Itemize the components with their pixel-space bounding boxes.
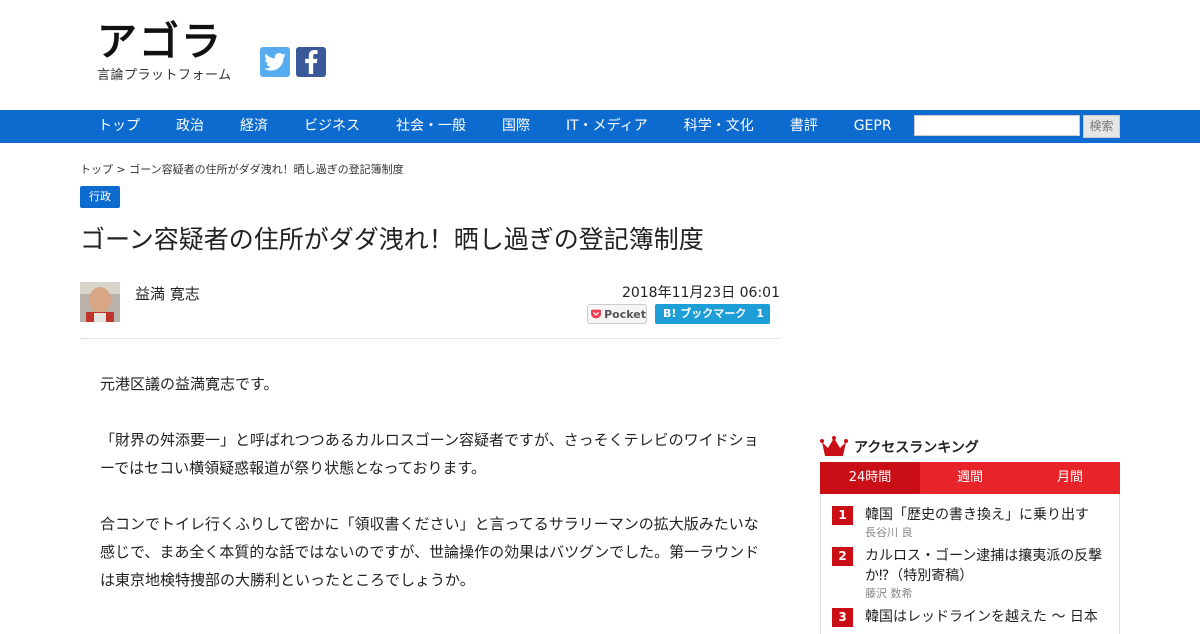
facebook-icon[interactable]: [296, 47, 326, 77]
rank-author: 藤沢 数希: [865, 587, 913, 600]
header-divider: [80, 338, 780, 339]
nav-item-politics[interactable]: 政治: [158, 110, 222, 143]
pocket-label: Pocket: [604, 307, 646, 321]
social-links: [260, 47, 326, 77]
site-logo[interactable]: アゴラ 言論プラットフォーム: [97, 18, 247, 83]
nav-item-gepr[interactable]: GEPR: [836, 110, 910, 143]
pocket-icon: [591, 309, 602, 319]
rank-title[interactable]: 韓国はレッドラインを越えた 〜 日本: [865, 607, 1098, 627]
ranking-item[interactable]: 2 カルロス・ゴーン逮捕は攘夷派の反撃か⁉（特別寄稿） 藤沢 数希: [832, 546, 1112, 602]
category-tag[interactable]: 行政: [80, 186, 120, 208]
rank-title[interactable]: 韓国「歴史の書き換え」に乗り出す: [865, 505, 1089, 525]
nav-item-it-media[interactable]: IT・メディア: [548, 110, 666, 143]
rank-number: 3: [832, 608, 853, 627]
nav-item-business[interactable]: ビジネス: [286, 110, 378, 143]
hatena-bookmark-button[interactable]: B! ブックマーク 1: [655, 304, 770, 324]
logo-title: アゴラ: [97, 19, 223, 65]
author-name[interactable]: 益満 寛志: [135, 283, 200, 304]
publish-date: 2018年11月23日 06:01: [621, 285, 780, 301]
hatena-label: B! ブックマーク: [663, 307, 747, 320]
breadcrumb[interactable]: トップ > ゴーン容疑者の住所がダダ洩れ！晒し過ぎの登記簿制度: [80, 161, 404, 177]
author-avatar[interactable]: [80, 282, 120, 322]
twitter-icon[interactable]: [260, 47, 290, 77]
paragraph: 「財界の舛添要一」と呼ばれつつあるカルロスゴーン容疑者ですが、さっそくテレビのワ…: [100, 431, 759, 477]
rank-number: 2: [832, 547, 853, 566]
tab-monthly[interactable]: 月間: [1020, 462, 1120, 494]
ranking-list: 1 韓国「歴史の書き換え」に乗り出す 長谷川 良 2 カルロス・ゴーン逮捕は攘夷…: [820, 494, 1120, 634]
ranking-item[interactable]: 1 韓国「歴史の書き換え」に乗り出す 長谷川 良: [832, 505, 1112, 541]
search-input[interactable]: [914, 115, 1080, 136]
paragraph: 合コンでトイレ行くふりして密かに「領収書ください」と言ってるサラリーマンの拡大版…: [100, 515, 760, 589]
article-title: ゴーン容疑者の住所がダダ洩れ！晒し過ぎの登記簿制度: [80, 225, 704, 254]
crown-icon: [820, 436, 848, 456]
hatena-count: 1: [756, 307, 764, 320]
nav-item-science-culture[interactable]: 科学・文化: [666, 110, 772, 143]
tab-weekly[interactable]: 週間: [920, 462, 1020, 494]
article-body: 元港区議の益満寛志です。 「財界の舛添要一」と呼ばれつつあるカルロスゴーン容疑者…: [100, 370, 760, 622]
nav-item-international[interactable]: 国際: [484, 110, 548, 143]
ranking-tabs: 24時間 週間 月間: [820, 462, 1120, 494]
nav-item-top[interactable]: トップ: [80, 110, 158, 143]
paragraph: 元港区議の益満寛志です。: [100, 375, 279, 393]
rank-number: 1: [832, 506, 853, 525]
pocket-button[interactable]: Pocket: [587, 304, 647, 324]
ranking-header: アクセスランキング: [820, 436, 979, 458]
ranking-title: アクセスランキング: [854, 440, 979, 456]
search-button[interactable]: 検索: [1083, 115, 1120, 138]
ranking-item[interactable]: 3 韓国はレッドラインを越えた 〜 日本: [832, 607, 1112, 627]
rank-author: 長谷川 良: [865, 526, 913, 539]
rank-title[interactable]: カルロス・ゴーン逮捕は攘夷派の反撃か⁉（特別寄稿）: [865, 546, 1112, 586]
logo-subtitle: 言論プラットフォーム: [97, 68, 232, 83]
nav-item-economy[interactable]: 経済: [222, 110, 286, 143]
tab-24h[interactable]: 24時間: [820, 462, 920, 494]
nav-item-society[interactable]: 社会・一般: [378, 110, 484, 143]
site-header: アゴラ 言論プラットフォーム: [0, 0, 1200, 110]
nav-item-book-review[interactable]: 書評: [772, 110, 836, 143]
